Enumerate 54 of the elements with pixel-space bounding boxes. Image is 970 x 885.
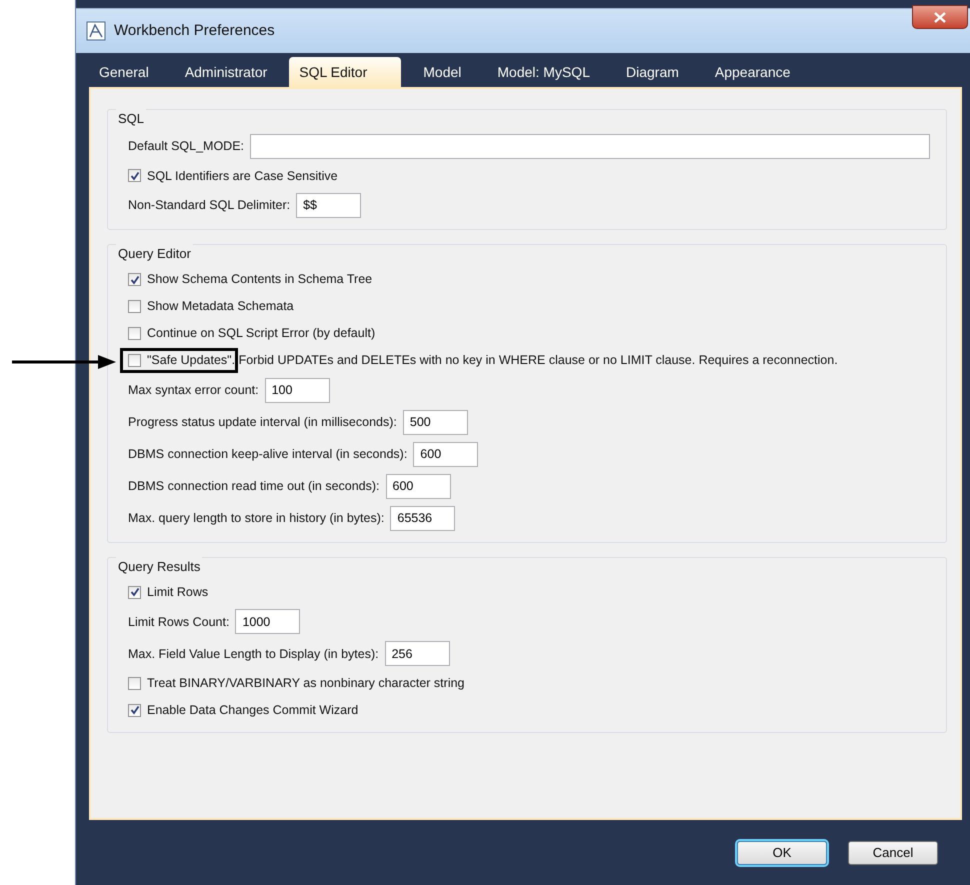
window-title: Workbench Preferences (114, 20, 275, 41)
group-title: Query Results (116, 557, 202, 577)
tab[interactable]: Administrator (170, 56, 282, 87)
checkbox-label: Treat BINARY/VARBINARY as nonbinary character string (147, 675, 464, 692)
checkbox-label: Continue on SQL Script Error (by default) (147, 325, 376, 342)
checkbox[interactable] (128, 300, 141, 314)
checkbox-label: Limit Rows (147, 584, 208, 602)
checkbox[interactable] (128, 676, 141, 690)
check-icon (130, 705, 140, 716)
text-field[interactable]: 100 (264, 378, 330, 403)
field-label: Max. Field Value Length to Display (in bytes): (128, 646, 379, 663)
dialog-button[interactable]: OK (737, 840, 827, 865)
group-title: SQL (116, 108, 146, 128)
checkbox-label: SQL Identifiers are Case Sensitive (147, 168, 338, 185)
text-field[interactable]: 1000 (235, 609, 300, 634)
tab[interactable]: Model: MySQL (483, 56, 604, 87)
checkbox[interactable] (128, 586, 141, 599)
text-field[interactable]: 256 (384, 641, 450, 666)
checkbox[interactable] (128, 169, 141, 182)
field-label: DBMS connection read time out (in seconds): (128, 478, 380, 495)
close-icon (934, 12, 946, 22)
field-label: Non-Standard SQL Delimiter: (128, 197, 290, 214)
close-button[interactable] (912, 5, 968, 29)
field-label: Max. query length to store in history (in bytes): (128, 510, 384, 527)
checkbox-label: Show Metadata Schemata (147, 298, 294, 316)
checkbox-label: Enable Data Changes Commit Wizard (147, 702, 358, 720)
group-title: Query Editor (116, 244, 193, 264)
tab[interactable]: Model (409, 56, 476, 87)
tab[interactable]: SQL Editor (289, 56, 402, 87)
text-field[interactable]: 500 (402, 410, 468, 435)
text-field[interactable]: 600 (413, 442, 478, 467)
check-icon (130, 274, 140, 285)
tab[interactable]: Appearance (700, 56, 804, 87)
text-field[interactable] (250, 134, 930, 159)
check-icon (130, 170, 140, 181)
checkbox[interactable] (128, 704, 141, 717)
tab[interactable]: General (85, 56, 163, 87)
field-label: Max syntax error count: (128, 382, 259, 399)
field-label: Default SQL_MODE: (128, 138, 244, 156)
app-icon (86, 20, 106, 41)
checkbox-label: "Safe Updates". Forbid UPDATEs and DELETEs with no key in WHERE clause or no LIMIT clause. Requires a reconnection. (147, 352, 838, 370)
checkbox[interactable] (128, 273, 141, 286)
checkbox[interactable] (128, 354, 141, 368)
text-field[interactable]: $$ (296, 192, 362, 218)
field-label: Progress status update interval (in milliseconds): (128, 414, 397, 431)
field-label: Limit Rows Count: (128, 614, 230, 631)
checkbox-label: Show Schema Contents in Schema Tree (147, 271, 372, 288)
dialog-button[interactable]: Cancel (848, 840, 938, 865)
tab[interactable]: Diagram (612, 56, 693, 87)
field-label: DBMS connection keep-alive interval (in seconds): (128, 446, 408, 463)
checkbox[interactable] (128, 327, 141, 340)
check-icon (130, 587, 140, 598)
text-field[interactable]: 65536 (390, 506, 456, 531)
text-field[interactable]: 600 (386, 474, 451, 499)
